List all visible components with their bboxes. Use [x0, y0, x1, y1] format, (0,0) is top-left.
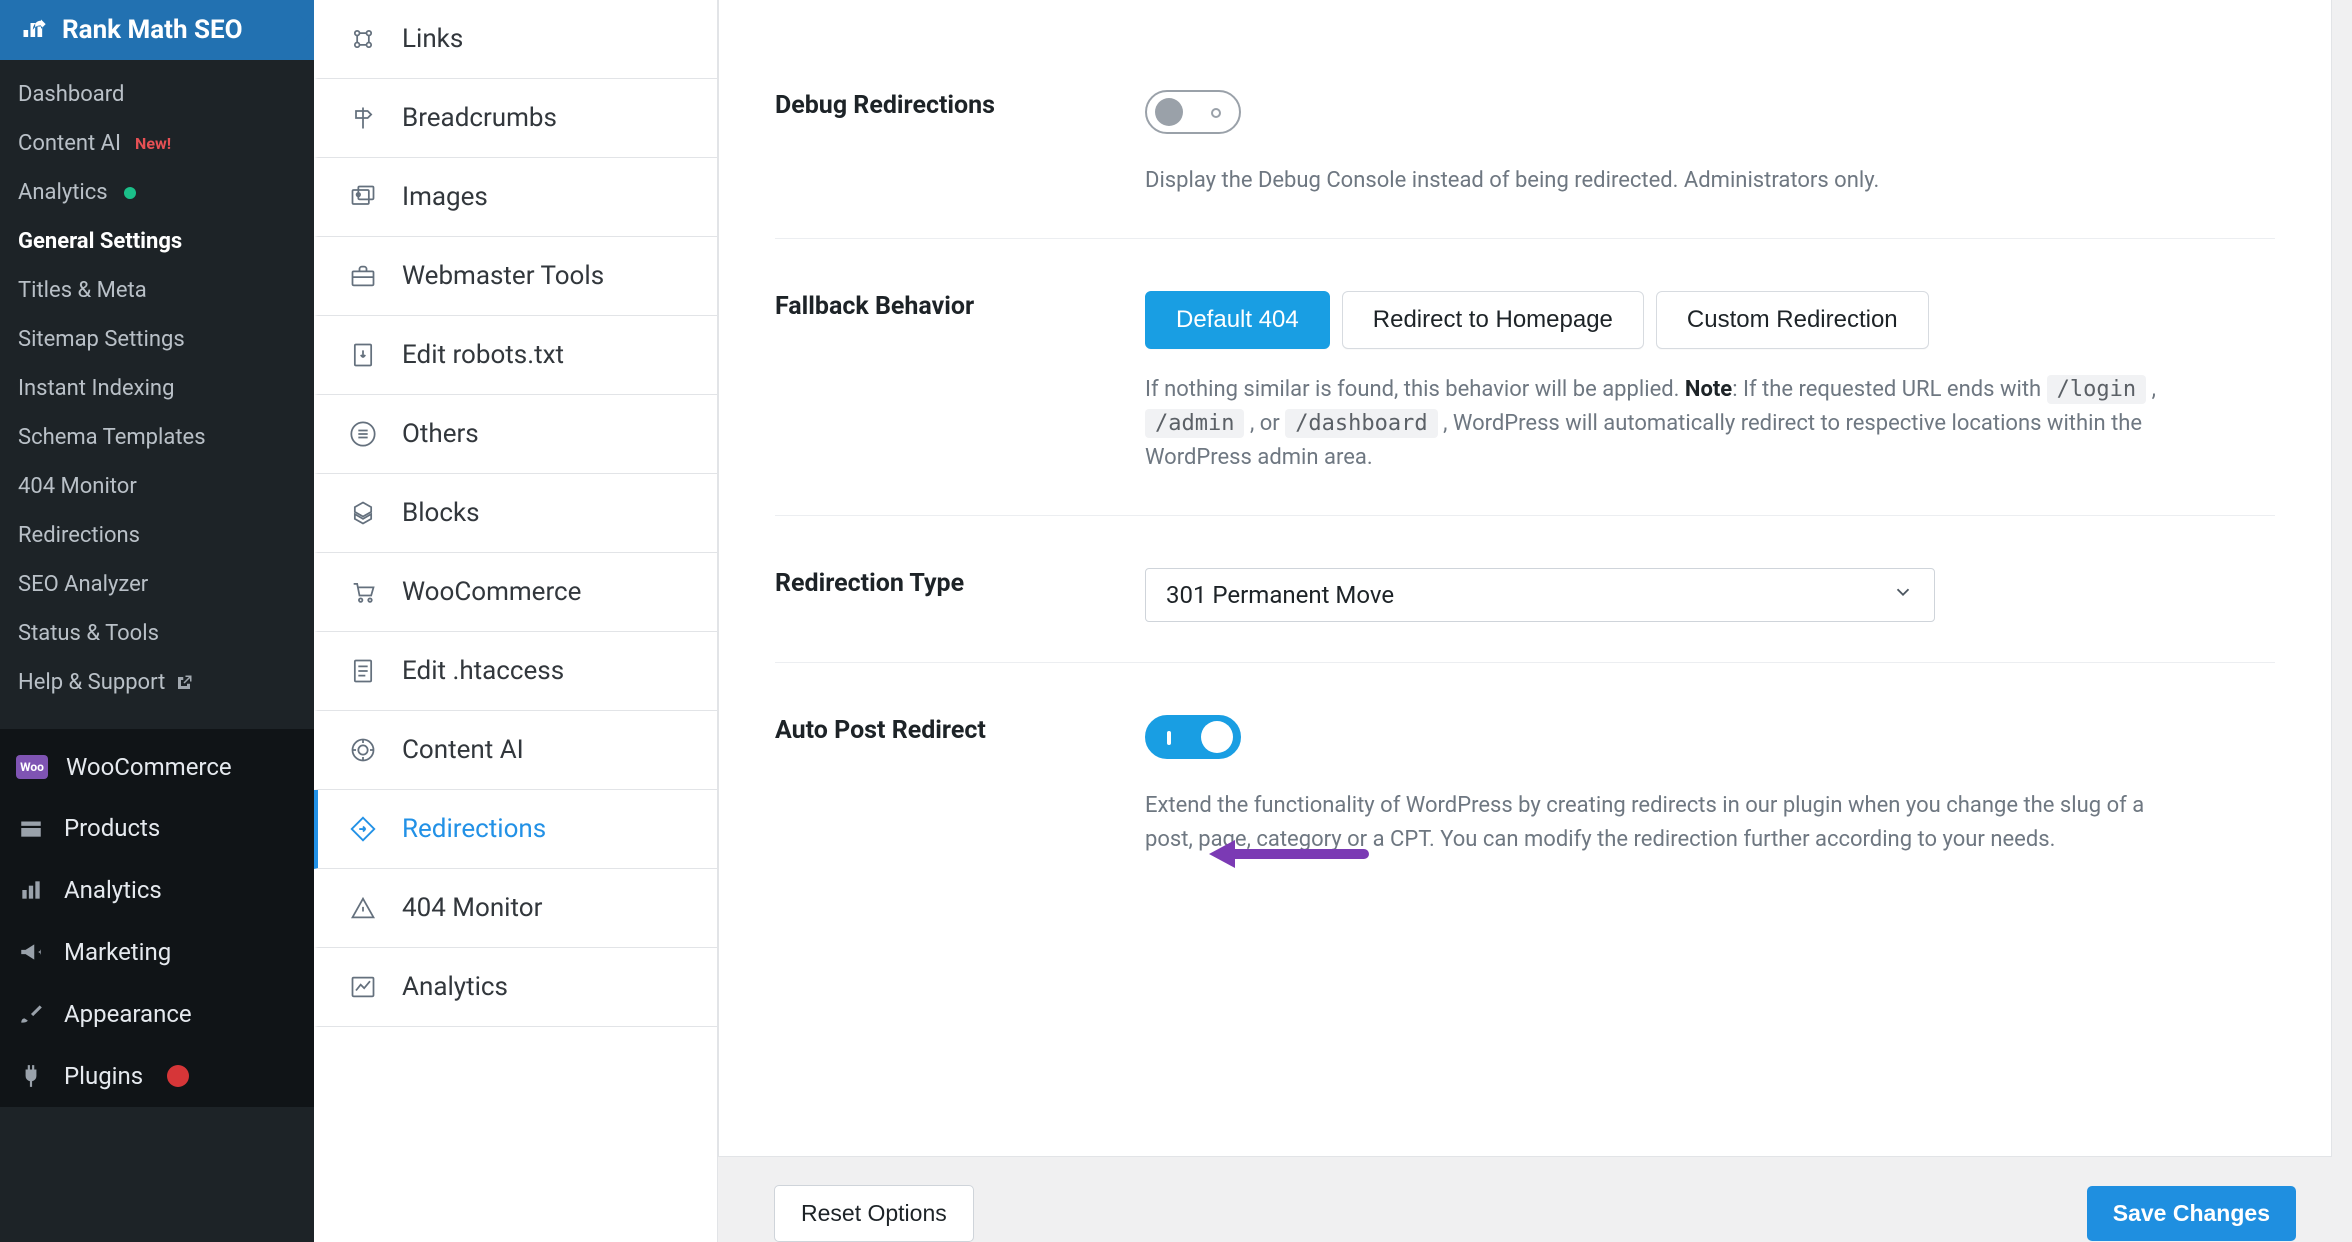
save-button[interactable]: Save Changes — [2087, 1186, 2296, 1241]
menu-analytics[interactable]: Analytics — [0, 859, 314, 921]
menu-appearance[interactable]: Appearance — [0, 983, 314, 1045]
cart-icon — [348, 577, 378, 607]
label-auto-post: Auto Post Redirect — [775, 715, 1105, 857]
submenu-analytics[interactable]: Analytics — [0, 168, 314, 217]
submenu-schema[interactable]: Schema Templates — [0, 413, 314, 462]
tab-analytics[interactable]: Analytics — [314, 948, 717, 1027]
wp-main-menu: Woo WooCommerce Products Analytics Marke… — [0, 729, 314, 1107]
label-fallback: Fallback Behavior — [775, 291, 1105, 475]
submenu-content-ai[interactable]: Content AINew! — [0, 119, 314, 168]
submenu-general-settings[interactable]: General Settings — [0, 217, 314, 266]
signpost-icon — [348, 103, 378, 133]
external-link-icon — [175, 674, 193, 692]
row-debug: Debug Redirections Display the Debug Con… — [775, 0, 2275, 239]
row-auto-post: Auto Post Redirect Extend the functional… — [775, 663, 2275, 897]
tab-robots[interactable]: Edit robots.txt — [314, 316, 717, 395]
desc-debug: Display the Debug Console instead of bei… — [1145, 164, 2165, 198]
desc-auto-post: Extend the functionality of WordPress by… — [1145, 789, 2165, 857]
tab-images[interactable]: Images — [314, 158, 717, 237]
woo-icon: Woo — [16, 755, 48, 779]
submenu-404[interactable]: 404 Monitor — [0, 462, 314, 511]
fallback-segmented: Default 404 Redirect to Homepage Custom … — [1145, 291, 2275, 349]
annotation-arrow-2 — [1219, 849, 1369, 859]
products-icon — [16, 813, 46, 843]
row-redirection-type: Redirection Type 301 Permanent Move — [775, 516, 2275, 663]
chevron-down-icon — [1892, 581, 1914, 609]
submenu-redirections[interactable]: Redirections — [0, 511, 314, 560]
update-count-badge — [167, 1065, 189, 1087]
links-icon — [348, 24, 378, 54]
label-debug: Debug Redirections — [775, 90, 1105, 198]
submenu-help-support[interactable]: Help & Support — [0, 658, 314, 707]
green-dot-icon — [124, 187, 136, 199]
redirect-icon — [348, 814, 378, 844]
tab-webmaster[interactable]: Webmaster Tools — [314, 237, 717, 316]
submenu-status-tools[interactable]: Status & Tools — [0, 609, 314, 658]
label-redirection-type: Redirection Type — [775, 568, 1105, 622]
briefcase-icon — [348, 261, 378, 291]
rankmath-logo-icon — [20, 16, 48, 44]
settings-tab-list: Links Breadcrumbs Images Webmaster Tools… — [314, 0, 718, 1242]
tab-breadcrumbs[interactable]: Breadcrumbs — [314, 79, 717, 158]
content-panel: Debug Redirections Display the Debug Con… — [718, 0, 2352, 1242]
chart-icon — [348, 972, 378, 1002]
rankmath-submenu: Dashboard Content AINew! Analytics Gener… — [0, 60, 314, 729]
desc-fallback: If nothing similar is found, this behavi… — [1145, 373, 2165, 475]
warning-icon — [348, 893, 378, 923]
select-value: 301 Permanent Move — [1166, 581, 1394, 609]
file-arrow-icon — [348, 340, 378, 370]
menu-plugins[interactable]: Plugins — [0, 1045, 314, 1107]
wp-admin-sidebar: Rank Math SEO Dashboard Content AINew! A… — [0, 0, 314, 1242]
megaphone-icon — [16, 937, 46, 967]
reset-button[interactable]: Reset Options — [774, 1185, 974, 1242]
bottom-bar: Reset Options Save Changes — [718, 1157, 2352, 1242]
tab-redirections[interactable]: Redirections — [314, 790, 717, 869]
ai-icon — [348, 735, 378, 765]
tab-others[interactable]: Others — [314, 395, 717, 474]
toggle-debug[interactable] — [1145, 90, 1241, 134]
row-fallback: Fallback Behavior Default 404 Redirect t… — [775, 239, 2275, 516]
new-badge: New! — [135, 134, 171, 153]
menu-woocommerce[interactable]: Woo WooCommerce — [0, 737, 314, 797]
tab-blocks[interactable]: Blocks — [314, 474, 717, 553]
analytics-icon — [16, 875, 46, 905]
submenu-sitemap[interactable]: Sitemap Settings — [0, 315, 314, 364]
blocks-icon — [348, 498, 378, 528]
tab-htaccess[interactable]: Edit .htaccess — [314, 632, 717, 711]
select-redirection-type[interactable]: 301 Permanent Move — [1145, 568, 1935, 622]
settings-card: Debug Redirections Display the Debug Con… — [718, 0, 2332, 1157]
plug-icon — [16, 1061, 46, 1091]
brush-icon — [16, 999, 46, 1029]
tab-links[interactable]: Links — [314, 0, 717, 79]
submenu-dashboard[interactable]: Dashboard — [0, 70, 314, 119]
sidebar-brand-rankmath[interactable]: Rank Math SEO — [0, 0, 314, 60]
app-root: Rank Math SEO Dashboard Content AINew! A… — [0, 0, 2352, 1242]
tab-content-ai[interactable]: Content AI — [314, 711, 717, 790]
menu-marketing[interactable]: Marketing — [0, 921, 314, 983]
sidebar-brand-label: Rank Math SEO — [62, 15, 243, 45]
tab-404-monitor[interactable]: 404 Monitor — [314, 869, 717, 948]
fallback-custom[interactable]: Custom Redirection — [1656, 291, 1929, 349]
submenu-seo-analyzer[interactable]: SEO Analyzer — [0, 560, 314, 609]
toggle-auto-post[interactable] — [1145, 715, 1241, 759]
fallback-default-404[interactable]: Default 404 — [1145, 291, 1330, 349]
images-icon — [348, 182, 378, 212]
submenu-instant-indexing[interactable]: Instant Indexing — [0, 364, 314, 413]
menu-products[interactable]: Products — [0, 797, 314, 859]
tab-woocommerce[interactable]: WooCommerce — [314, 553, 717, 632]
submenu-titles-meta[interactable]: Titles & Meta — [0, 266, 314, 315]
file-lines-icon — [348, 656, 378, 686]
list-icon — [348, 419, 378, 449]
fallback-redirect-home[interactable]: Redirect to Homepage — [1342, 291, 1644, 349]
